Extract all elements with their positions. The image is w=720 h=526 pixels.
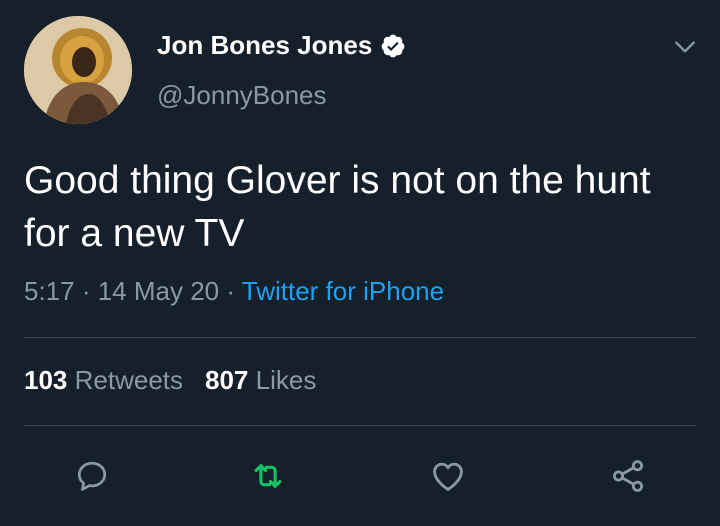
avatar[interactable] xyxy=(24,16,132,124)
author-name[interactable]: Jon Bones Jones xyxy=(157,30,406,61)
chevron-down-icon[interactable] xyxy=(672,34,698,60)
likes-count: 807 xyxy=(205,365,249,395)
retweets-count: 103 xyxy=(24,365,68,395)
likes-stat[interactable]: 807 Likes xyxy=(205,365,316,395)
meta-separator: · xyxy=(219,276,242,306)
tweet-source-link[interactable]: Twitter for iPhone xyxy=(242,276,444,306)
divider xyxy=(24,337,696,338)
reply-icon xyxy=(77,461,107,491)
tweet-stats: 103 Retweets 807 Likes xyxy=(24,365,316,396)
tweet-meta: 5:17 · 14 May 20 · Twitter for iPhone xyxy=(24,276,444,307)
retweets-label: Retweets xyxy=(74,365,184,395)
reply-button[interactable] xyxy=(72,456,112,496)
verified-badge-icon xyxy=(381,34,405,57)
tweet-text: Good thing Glover is not on the hunt for… xyxy=(24,159,651,255)
author-name-text: Jon Bones Jones xyxy=(157,30,373,60)
retweets-stat[interactable]: 103 Retweets xyxy=(24,365,183,395)
tweet-time[interactable]: 5:17 xyxy=(24,276,75,306)
share-button[interactable] xyxy=(608,456,648,496)
author-handle[interactable]: @JonnyBones xyxy=(157,80,327,111)
tweet-date[interactable]: 14 May 20 xyxy=(98,276,219,306)
retweet-button[interactable] xyxy=(248,456,288,496)
share-icon xyxy=(612,460,644,492)
divider xyxy=(24,425,696,426)
like-button[interactable] xyxy=(428,456,468,496)
tweet-card: Jon Bones Jones @JonnyBones Good thing G… xyxy=(0,0,720,526)
retweet-icon xyxy=(254,464,282,488)
avatar-image xyxy=(24,16,132,124)
meta-separator: · xyxy=(74,276,98,306)
likes-label: Likes xyxy=(255,365,317,395)
heart-icon xyxy=(433,462,463,491)
